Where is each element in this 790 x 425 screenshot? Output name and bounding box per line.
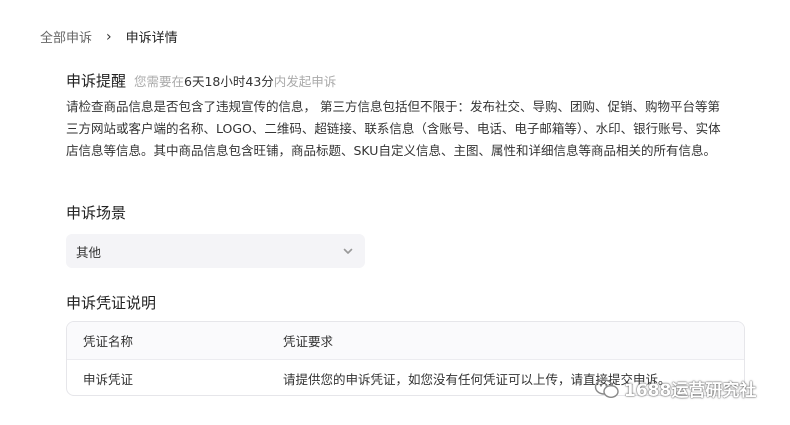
breadcrumb-current: 申诉详情 [125,31,178,46]
wechat-icon [594,378,619,398]
watermark-text: 1688运营研究社 [624,381,757,401]
appeal-countdown: 您需要在6天18小时43分内发起申诉 [134,71,336,90]
countdown-time: 6天18小时43分 [184,74,274,89]
appeal-scene-selected-value: 其他 [76,244,102,260]
column-header-evidence-requirement: 凭证要求 [283,334,334,349]
appeal-evidence-title: 申诉凭证说明 [66,294,157,312]
countdown-suffix: 内发起申诉 [273,74,337,89]
watermark: 1688运营研究社 [594,376,756,401]
appeal-scene-title: 申诉场景 [66,204,127,222]
evidence-name-cell: 申诉凭证 [83,372,134,387]
column-header-evidence-name: 凭证名称 [83,334,134,349]
breadcrumb-separator: › [106,28,112,45]
appeal-reminder-title: 申诉提醒 [66,72,127,90]
appeal-reminder-text: 请检查商品信息是否包含了违规宣传的信息， 第三方信息包括但不限于：发布社交、导购… [66,99,721,158]
appeal-reminder-header: 申诉提醒 您需要在6天18小时43分内发起申诉 [66,70,336,91]
appeal-scene-select[interactable]: 其他 [66,234,365,268]
countdown-prefix: 您需要在 [134,74,185,89]
chevron-down-icon [343,248,353,254]
evidence-table-header: 凭证名称 凭证要求 [67,322,744,360]
breadcrumb: 全部申诉 › 申诉详情 [40,27,178,47]
breadcrumb-all-appeals-link[interactable]: 全部申诉 [40,27,92,46]
